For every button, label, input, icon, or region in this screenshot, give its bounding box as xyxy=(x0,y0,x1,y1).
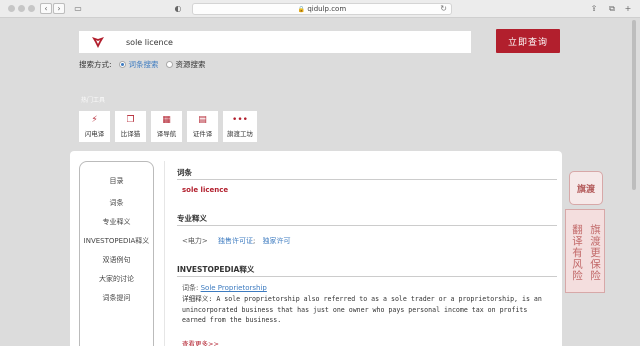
hot-tools-heading: 热门工具 xyxy=(81,97,106,104)
more-dots-icon: ••• xyxy=(232,114,248,125)
search-input[interactable] xyxy=(117,31,471,53)
entry-card: 目录 词条 专业释义 INVESTOPEDIA释义 双语例句 大家的讨论 词条提… xyxy=(70,151,562,346)
tool-label: 旗渡工坊 xyxy=(227,129,253,138)
search-mode: 搜索方式: 词条搜索 资源搜索 xyxy=(79,59,206,70)
divider xyxy=(164,161,165,346)
tool-qidu-workshop[interactable]: ••• 旗渡工坊 xyxy=(223,111,257,142)
search-mode-label: 搜索方式: xyxy=(79,60,112,69)
reload-icon[interactable]: ↻ xyxy=(440,4,447,14)
logo-icon xyxy=(92,37,104,48)
site-logo[interactable] xyxy=(79,31,117,53)
section-investopedia-title: INVESTOPEDIA释义 xyxy=(177,265,255,274)
browser-toolbar: ‹ › ▭ ◐ 🔒 qidulp.com ↻ ⇪ ⧉ + xyxy=(0,0,640,18)
lightning-icon: ⚡ xyxy=(91,114,98,125)
add-tab-icon[interactable]: + xyxy=(622,3,634,14)
shield-icon[interactable]: ◐ xyxy=(172,3,184,14)
mode-resource-label: 资源搜索 xyxy=(175,60,206,69)
tool-label: 证件译 xyxy=(192,129,213,138)
divider xyxy=(177,225,557,226)
translation-link[interactable]: 独售许可证 xyxy=(218,237,253,245)
slogan-column: 旗渡更保险 xyxy=(589,224,601,282)
url-text: qidulp.com xyxy=(307,5,347,13)
back-button[interactable]: ‹ xyxy=(40,3,52,14)
hot-tools: ⚡ 闪电译 ❐ 比译猫 ▦ 译导航 ▤ 证件译 ••• 旗渡工坊 xyxy=(79,111,257,142)
entry-term: sole licence xyxy=(182,186,229,194)
tool-label: 闪电译 xyxy=(84,129,105,138)
address-bar[interactable]: 🔒 qidulp.com ↻ xyxy=(192,3,452,15)
sidebar-icon[interactable]: ▭ xyxy=(72,3,84,14)
toc-item-examples[interactable]: 双语例句 xyxy=(80,255,153,265)
radio-unchecked-icon[interactable] xyxy=(165,61,173,68)
table-of-contents: 目录 词条 专业释义 INVESTOPEDIA释义 双语例句 大家的讨论 词条提… xyxy=(79,161,154,346)
scrollbar[interactable] xyxy=(632,20,636,190)
investopedia-term: 词条: Sole Proprietorship xyxy=(182,283,267,293)
toc-item-investopedia[interactable]: INVESTOPEDIA释义 xyxy=(80,236,153,246)
divider xyxy=(177,179,557,180)
toc-item-entry[interactable]: 词条 xyxy=(80,198,153,208)
tool-flash-translate[interactable]: ⚡ 闪电译 xyxy=(79,111,110,142)
divider xyxy=(177,276,557,277)
domain-tag: <电力> xyxy=(182,237,208,245)
translation-link[interactable]: 独家许可 xyxy=(263,237,291,245)
tool-certificate-translate[interactable]: ▤ 证件译 xyxy=(187,111,218,142)
section-entry-title: 词条 xyxy=(177,168,192,177)
mode-entry-search[interactable]: 词条搜索 xyxy=(118,59,159,70)
banner-slogan: 翻译有风险 旗渡更保险 xyxy=(565,209,605,293)
term-link[interactable]: Sole Proprietorship xyxy=(201,284,267,292)
tool-label: 比译猫 xyxy=(120,129,141,138)
toc-item-questions[interactable]: 词条提问 xyxy=(80,293,153,303)
search-button[interactable]: 立即查询 xyxy=(496,29,560,53)
side-ad-banner[interactable]: 旗渡 翻译有风险 旗渡更保险 xyxy=(565,163,605,293)
mode-entry-label: 词条搜索 xyxy=(128,60,159,69)
document-icon: ▤ xyxy=(198,114,207,125)
minimize-window-button[interactable] xyxy=(18,5,25,12)
view-more-link[interactable]: 查看更多>> xyxy=(182,338,219,346)
toc-item-discussion[interactable]: 大家的讨论 xyxy=(80,274,153,284)
toc-item-professional[interactable]: 专业释义 xyxy=(80,217,153,227)
investopedia-definition: 详细释义: A sole proprietorship also referre… xyxy=(182,295,542,324)
tool-translation-nav[interactable]: ▦ 译导航 xyxy=(151,111,182,142)
maximize-window-button[interactable] xyxy=(28,5,35,12)
professional-definition: <电力> 独售许可证; 独家许可 xyxy=(182,237,291,245)
banner-logo: 旗渡 xyxy=(569,171,603,205)
share-icon[interactable]: ⇪ xyxy=(588,3,600,14)
mode-resource-search[interactable]: 资源搜索 xyxy=(165,59,206,70)
grid-icon: ▦ xyxy=(162,114,171,125)
tool-label: 译导航 xyxy=(156,129,177,138)
close-window-button[interactable] xyxy=(8,5,15,12)
tool-compare-cat[interactable]: ❐ 比译猫 xyxy=(115,111,146,142)
lock-icon: 🔒 xyxy=(297,6,306,13)
section-professional-title: 专业释义 xyxy=(177,214,207,223)
forward-button[interactable]: › xyxy=(53,3,65,14)
term-label: 词条: xyxy=(182,284,199,292)
tabs-icon[interactable]: ⧉ xyxy=(606,3,618,14)
toc-title: 目录 xyxy=(109,177,124,185)
slogan-column: 翻译有风险 xyxy=(571,224,583,282)
copy-icon: ❐ xyxy=(126,114,135,125)
radio-checked-icon[interactable] xyxy=(118,61,126,68)
